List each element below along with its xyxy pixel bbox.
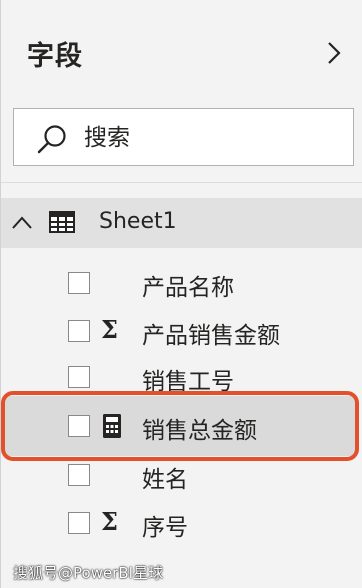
search-icon xyxy=(37,125,66,154)
field-checkbox[interactable] xyxy=(68,366,90,388)
field-row-product-name[interactable]: 产品名称 xyxy=(1,262,362,308)
table-icon xyxy=(49,211,75,233)
sigma-icon: Σ xyxy=(101,507,118,536)
sigma-icon: Σ xyxy=(101,315,118,344)
field-row-product-sales-amount[interactable]: Σ 产品销售金额 xyxy=(1,310,362,356)
field-row-name[interactable]: 姓名 xyxy=(1,454,362,500)
field-label: 产品销售金额 xyxy=(142,323,280,349)
calculator-icon xyxy=(103,414,121,438)
search-box[interactable] xyxy=(13,108,354,166)
table-name: Sheet1 xyxy=(99,209,177,234)
field-row-serial-number[interactable]: Σ 序号 xyxy=(1,502,362,548)
divider xyxy=(1,182,362,183)
field-label: 序号 xyxy=(142,515,188,541)
field-checkbox[interactable] xyxy=(68,415,90,437)
field-checkbox[interactable] xyxy=(68,320,90,342)
table-node-sheet1[interactable]: Sheet1 xyxy=(1,198,362,248)
field-checkbox[interactable] xyxy=(68,272,90,294)
field-row-total-sales-measure[interactable]: 销售总金额 xyxy=(1,396,362,456)
search-input[interactable] xyxy=(84,119,334,157)
fields-pane: 字段 Sheet1 产品名称 xyxy=(0,0,362,588)
field-label: 销售总金额 xyxy=(142,418,257,444)
watermark: 搜狐号@PowerBI星球 xyxy=(13,564,164,582)
pane-header: 字段 xyxy=(1,0,362,100)
field-checkbox[interactable] xyxy=(68,512,90,534)
chevron-right-icon xyxy=(328,42,341,64)
pane-title: 字段 xyxy=(27,41,83,72)
field-checkbox[interactable] xyxy=(68,464,90,486)
field-label: 姓名 xyxy=(142,467,188,493)
field-label: 产品名称 xyxy=(142,275,234,301)
chevron-up-icon[interactable] xyxy=(11,213,33,233)
field-label: 销售工号 xyxy=(142,369,234,395)
collapse-pane-button[interactable] xyxy=(323,40,345,66)
